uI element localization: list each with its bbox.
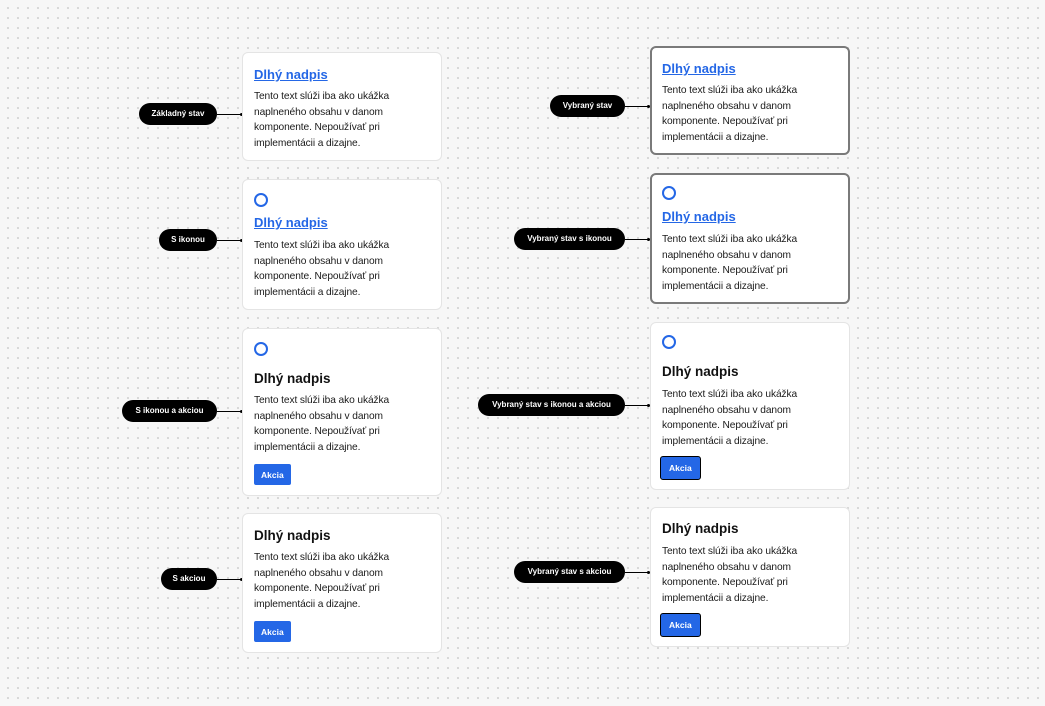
card-selected[interactable]: Dlhý nadpis Tento text slúži iba ako uká…: [650, 46, 850, 155]
card-title: Dlhý nadpis: [254, 371, 331, 386]
card-title-link[interactable]: Dlhý nadpis: [662, 61, 736, 77]
connector-line: [217, 579, 241, 580]
card-body-text: Tento text slúži iba ako ukážka naplnené…: [662, 85, 798, 143]
card-with-action[interactable]: Dlhý nadpis Tento text slúži iba ako uká…: [242, 513, 442, 653]
card-selected-action[interactable]: Dlhý nadpis Tento text slúži iba ako uká…: [650, 507, 850, 647]
card-body-text: Tento text slúži iba ako ukážka naplnené…: [254, 240, 390, 298]
card-selected-icon[interactable]: Dlhý nadpis Tento text slúži iba ako uká…: [650, 173, 850, 304]
card-body-text: Tento text slúži iba ako ukážka naplnené…: [662, 234, 798, 292]
connector-line: [217, 114, 241, 115]
card-basic[interactable]: Dlhý nadpis Tento text slúži iba ako uká…: [242, 52, 442, 161]
card-body-text: Tento text slúži iba ako ukážka naplnené…: [254, 552, 390, 610]
card-body-text: Tento text slúži iba ako ukážka naplnené…: [254, 91, 390, 149]
card-title-link[interactable]: Dlhý nadpis: [254, 67, 328, 83]
circle-outline-icon: [254, 193, 268, 207]
card-title: Dlhý nadpis: [254, 528, 331, 543]
label-selected: Vybraný stav: [550, 95, 625, 117]
label-with-icon: S ikonou: [159, 229, 217, 251]
card-title: Dlhý nadpis: [662, 521, 739, 536]
action-button[interactable]: Akcia: [254, 464, 291, 485]
action-button[interactable]: Akcia: [660, 613, 701, 637]
connector-line: [625, 106, 649, 107]
label-selected-action: Vybraný stav s akciou: [514, 561, 625, 583]
card-selected-icon-action[interactable]: Dlhý nadpis Tento text slúži iba ako uká…: [650, 322, 850, 490]
card-body-text: Tento text slúži iba ako ukážka naplnené…: [662, 389, 798, 447]
label-with-icon-action: S ikonou a akciou: [122, 400, 217, 422]
label-with-action: S akciou: [161, 568, 217, 590]
connector-line: [217, 240, 241, 241]
circle-outline-icon: [662, 186, 676, 200]
card-title-link[interactable]: Dlhý nadpis: [662, 209, 736, 225]
connector-line: [625, 405, 649, 406]
circle-outline-icon: [662, 335, 676, 349]
card-with-icon-action[interactable]: Dlhý nadpis Tento text slúži iba ako uká…: [242, 328, 442, 496]
card-title-link[interactable]: Dlhý nadpis: [254, 215, 328, 231]
action-button[interactable]: Akcia: [660, 456, 701, 480]
label-basic-state: Základný stav: [139, 103, 217, 125]
action-button[interactable]: Akcia: [254, 621, 291, 642]
circle-outline-icon: [254, 342, 268, 356]
label-selected-icon-action: Vybraný stav s ikonou a akciou: [478, 394, 625, 416]
connector-line: [625, 572, 649, 573]
card-body-text: Tento text slúži iba ako ukážka naplnené…: [662, 546, 798, 604]
card-body-text: Tento text slúži iba ako ukážka naplnené…: [254, 395, 390, 453]
card-with-icon[interactable]: Dlhý nadpis Tento text slúži iba ako uká…: [242, 179, 442, 310]
connector-line: [217, 411, 241, 412]
label-selected-icon: Vybraný stav s ikonou: [514, 228, 625, 250]
connector-line: [625, 239, 649, 240]
card-title: Dlhý nadpis: [662, 364, 739, 379]
